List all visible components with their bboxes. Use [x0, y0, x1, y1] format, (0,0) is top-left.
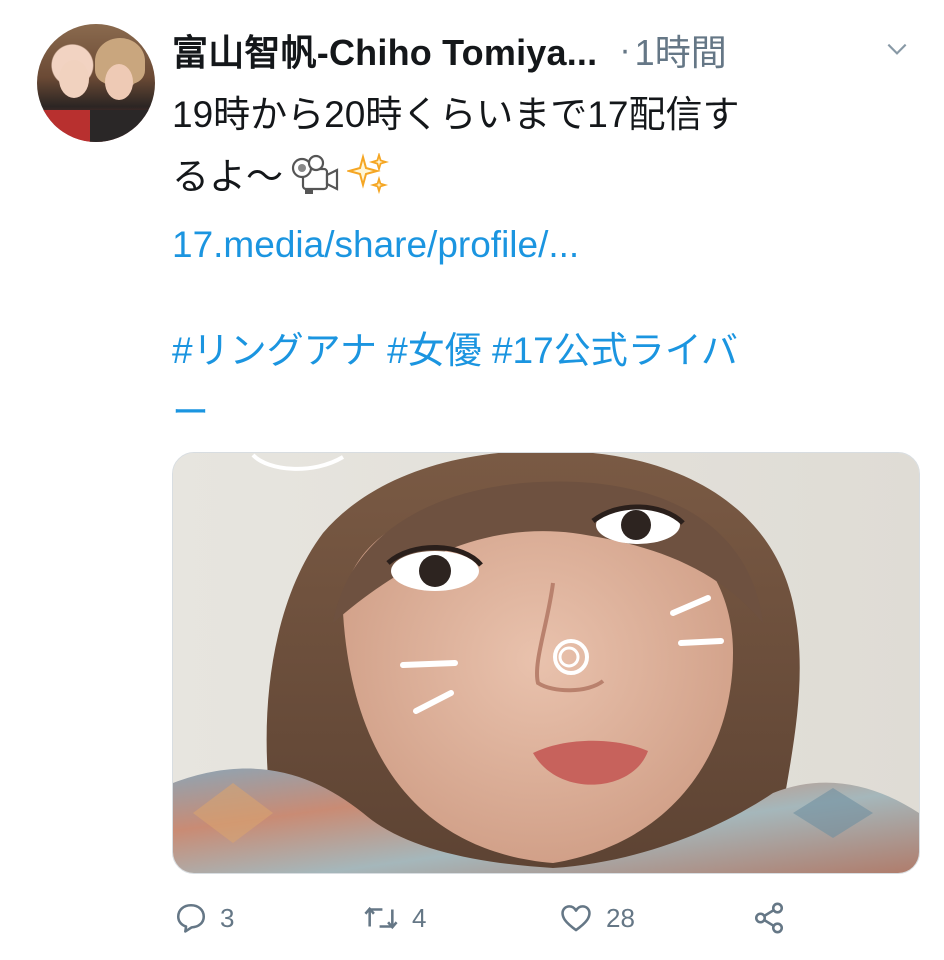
retweet-count: 4 — [412, 902, 427, 933]
author-avatar[interactable] — [37, 24, 155, 142]
tweet-actions: 3 4 28 — [172, 895, 918, 941]
tweet-text-line-1: 19時から20時くらいまで17配信す — [172, 94, 740, 135]
share-button[interactable] — [752, 895, 786, 941]
like-button[interactable]: 28 — [558, 895, 635, 941]
avatar-face-left — [59, 60, 89, 98]
heart-icon — [561, 905, 591, 932]
tweet-timestamp[interactable]: 1時間 — [635, 24, 727, 76]
author-display-name[interactable]: 富山智帆-Chiho Tomiya... — [172, 24, 597, 76]
like-count: 28 — [606, 902, 635, 933]
tweet-hashtags: #リングアナ #女優 #17公式ライバ ー — [172, 320, 912, 444]
share-icon — [754, 902, 784, 934]
reply-count: 3 — [220, 902, 235, 933]
hashtags-line-2[interactable]: ー — [172, 382, 912, 444]
tweet-photo[interactable] — [172, 452, 920, 874]
photo-image — [173, 453, 919, 873]
retweet-icon — [364, 906, 398, 930]
tweet-link[interactable]: 17.media/share/profile/... — [172, 214, 912, 276]
avatar-face-right — [105, 64, 133, 100]
reply-icon — [176, 903, 206, 933]
tweet-text-line-2-text: るよ〜 — [172, 156, 283, 197]
reply-button[interactable]: 3 — [174, 895, 234, 941]
retweet-button[interactable]: 4 — [362, 895, 426, 941]
tweet-header: 富山智帆-Chiho Tomiya... · 1時間 — [172, 22, 922, 78]
tweet-text: 19時から20時くらいまで17配信す るよ〜 17.media/share/pr… — [172, 84, 912, 276]
sparkles-icon — [347, 153, 389, 195]
avatar-clothing — [37, 110, 155, 142]
video-camera-icon — [291, 154, 339, 194]
hashtags-line-1[interactable]: #リングアナ #女優 #17公式ライバ — [172, 320, 912, 382]
header-separator: · — [619, 30, 631, 69]
chevron-down-icon[interactable] — [884, 36, 910, 62]
tweet-text-line-2: るよ〜 — [172, 146, 912, 208]
